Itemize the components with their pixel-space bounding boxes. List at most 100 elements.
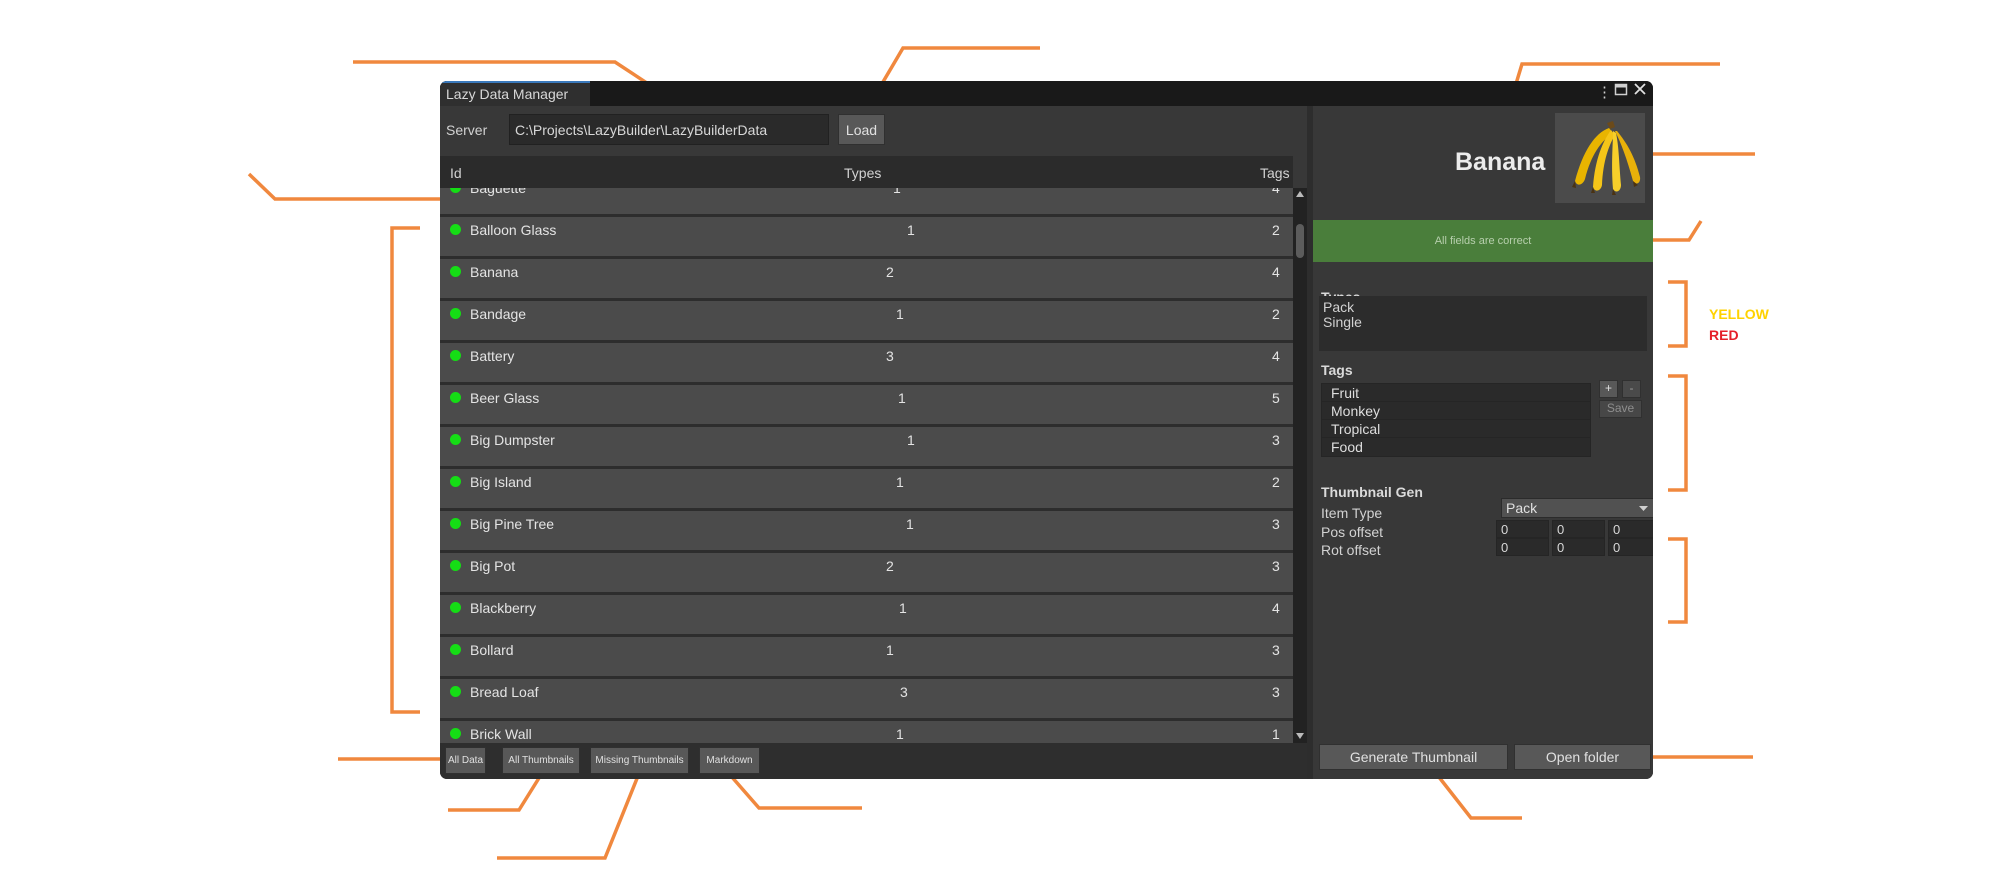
- tag-field-fruit[interactable]: Fruit: [1321, 383, 1591, 403]
- row-types: 1: [896, 726, 904, 742]
- row-tags: 3: [1272, 558, 1280, 574]
- type-item[interactable]: Single: [1323, 314, 1362, 330]
- row-types: 1: [896, 306, 904, 322]
- markdown-button[interactable]: Markdown: [699, 747, 760, 774]
- scrollbar-thumb[interactable]: [1296, 224, 1304, 258]
- row-tags: 4: [1272, 264, 1280, 280]
- thumbnail-gen-title: Thumbnail Gen: [1321, 484, 1423, 500]
- row-tags: 3: [1272, 432, 1280, 448]
- table-row[interactable]: Brick Wall 1 1: [440, 721, 1293, 743]
- status-dot-icon: [450, 476, 461, 487]
- table-row[interactable]: Big Pine Tree 1 3: [440, 511, 1293, 553]
- table-row[interactable]: Big Pot 2 3: [440, 553, 1293, 595]
- server-path-input[interactable]: C:\Projects\LazyBuilder\LazyBuilderData: [509, 114, 829, 145]
- status-dot-icon: [450, 560, 461, 571]
- row-id: Big Island: [470, 474, 532, 490]
- rot-offset-z[interactable]: 0: [1608, 538, 1653, 556]
- row-tags: 3: [1272, 642, 1280, 658]
- status-dot-icon: [450, 602, 461, 613]
- status-dot-icon: [450, 188, 461, 193]
- table-row[interactable]: Big Island 1 2: [440, 469, 1293, 511]
- type-item[interactable]: Pack: [1323, 299, 1354, 315]
- table-row[interactable]: Battery 3 4: [440, 343, 1293, 385]
- table-row[interactable]: Bandage 1 2: [440, 301, 1293, 343]
- window-tab[interactable]: Lazy Data Manager: [440, 81, 590, 106]
- row-types: 1: [886, 642, 894, 658]
- scrollbar[interactable]: [1293, 188, 1307, 743]
- status-dot-icon: [450, 224, 461, 235]
- maximize-icon[interactable]: [1614, 82, 1628, 100]
- pos-offset-label: Pos offset: [1321, 524, 1384, 540]
- row-tags: 4: [1272, 188, 1280, 196]
- row-types: 1: [899, 600, 907, 616]
- scroll-down-arrow-icon[interactable]: [1296, 733, 1304, 739]
- row-types: 1: [898, 390, 906, 406]
- types-list: Pack Single: [1319, 296, 1647, 351]
- item-type-label: Item Type: [1321, 505, 1383, 521]
- column-header-tags[interactable]: Tags: [1260, 165, 1290, 181]
- pos-offset-y[interactable]: 0: [1552, 520, 1605, 538]
- row-id: Big Pot: [470, 558, 516, 574]
- row-id: Big Pine Tree: [470, 516, 555, 532]
- row-id: Balloon Glass: [470, 222, 557, 238]
- tag-field-monkey[interactable]: Monkey: [1321, 401, 1591, 421]
- close-icon[interactable]: [1633, 81, 1647, 101]
- generate-thumbnail-button[interactable]: Generate Thumbnail: [1319, 744, 1508, 770]
- row-id: Beer Glass: [470, 390, 540, 406]
- status-dot-icon: [450, 434, 461, 445]
- table-row[interactable]: Bread Loaf 3 3: [440, 679, 1293, 721]
- table-header: Id Types Tags: [440, 156, 1293, 188]
- save-tags-button[interactable]: Save: [1599, 400, 1642, 418]
- all-data-button[interactable]: All Data: [445, 747, 486, 774]
- table-row[interactable]: Bollard 1 3: [440, 637, 1293, 679]
- row-types: 3: [886, 348, 894, 364]
- column-header-types[interactable]: Types: [844, 165, 881, 181]
- rot-offset-y[interactable]: 0: [1552, 538, 1605, 556]
- legend-yellow: YELLOW: [1709, 306, 1770, 322]
- status-dot-icon: [450, 392, 461, 403]
- row-tags: 4: [1272, 348, 1280, 364]
- table-row[interactable]: Baguette 1 4: [440, 188, 1293, 217]
- row-tags: 1: [1272, 726, 1280, 742]
- missing-thumbnails-button[interactable]: Missing Thumbnails: [590, 747, 689, 774]
- row-types: 1: [896, 474, 904, 490]
- add-tag-button[interactable]: +: [1599, 380, 1618, 398]
- row-tags: 3: [1272, 516, 1280, 532]
- row-id: Baguette: [470, 188, 527, 196]
- pos-offset-z[interactable]: 0: [1608, 520, 1653, 538]
- table-row[interactable]: Beer Glass 1 5: [440, 385, 1293, 427]
- more-icon[interactable]: ⋮: [1597, 83, 1612, 101]
- table-row[interactable]: Banana 2 4: [440, 259, 1293, 301]
- item-thumbnail: [1555, 113, 1645, 203]
- open-folder-button[interactable]: Open folder: [1514, 744, 1651, 770]
- table-row[interactable]: Blackberry 1 4: [440, 595, 1293, 637]
- server-label: Server: [446, 122, 488, 138]
- column-header-id[interactable]: Id: [450, 165, 462, 181]
- pos-offset-x[interactable]: 0: [1496, 520, 1549, 538]
- rot-offset-x[interactable]: 0: [1496, 538, 1549, 556]
- all-thumbnails-button[interactable]: All Thumbnails: [502, 747, 580, 774]
- tag-field-food[interactable]: Food: [1321, 437, 1591, 457]
- row-types: 2: [886, 264, 894, 280]
- row-tags: 4: [1272, 600, 1280, 616]
- row-id: Big Dumpster: [470, 432, 555, 448]
- legend-red: RED: [1709, 327, 1739, 343]
- row-types: 1: [907, 432, 915, 448]
- tag-field-tropical[interactable]: Tropical: [1321, 419, 1591, 439]
- detail-panel: Banana All fields are correct Types Pack…: [1307, 106, 1653, 779]
- row-types: 2: [886, 558, 894, 574]
- row-id: Bread Loaf: [470, 684, 539, 700]
- scroll-up-arrow-icon[interactable]: [1296, 191, 1304, 197]
- item-list: Baguette 1 4 Balloon Glass 1 2 Banana 2 4 Bandage…: [440, 188, 1293, 743]
- row-id: Banana: [470, 264, 519, 280]
- status-dot-icon: [450, 308, 461, 319]
- table-row[interactable]: Big Dumpster 1 3: [440, 427, 1293, 469]
- table-row[interactable]: Balloon Glass 1 2: [440, 217, 1293, 259]
- row-types: 1: [893, 188, 901, 196]
- row-tags: 2: [1272, 474, 1280, 490]
- tags-section-title: Tags: [1321, 362, 1353, 378]
- remove-tag-button[interactable]: -: [1622, 380, 1641, 398]
- chevron-down-icon: [1639, 506, 1648, 511]
- item-type-dropdown[interactable]: Pack: [1501, 498, 1653, 518]
- load-button[interactable]: Load: [838, 114, 885, 145]
